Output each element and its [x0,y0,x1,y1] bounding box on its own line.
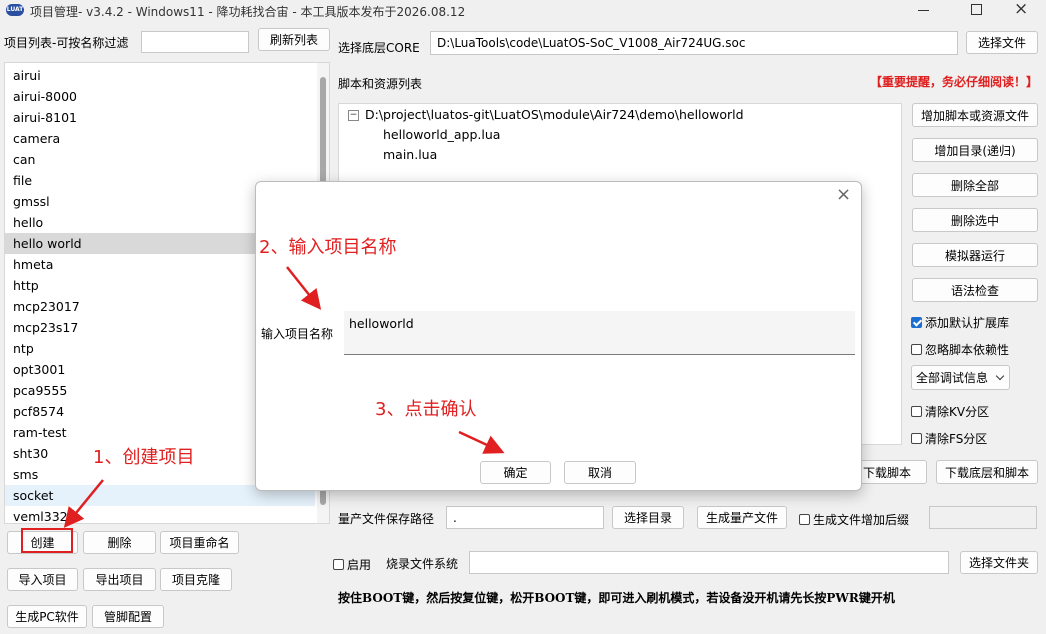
annotation-arrows [63,266,505,528]
arrow-step2 [286,266,322,310]
arrow-step1 [63,479,104,528]
arrow-step3 [458,430,505,454]
